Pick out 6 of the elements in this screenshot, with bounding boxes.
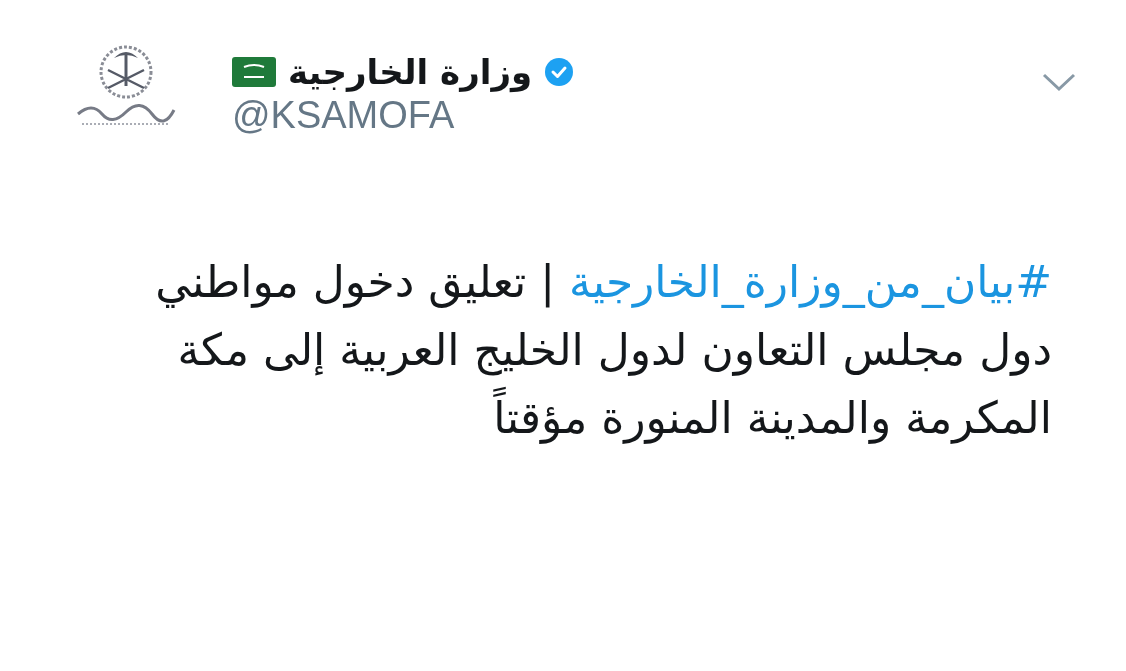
flag-icon [232, 57, 276, 87]
hashtag-link[interactable]: #بيان_من_وزارة_الخارجية [569, 256, 1052, 307]
chevron-down-icon[interactable] [1042, 72, 1076, 92]
tweet-text: #بيان_من_وزارة_الخارجية | تعليق دخول مواطني دول مجلس التعاون لدول الخليج العربية إلى مكة المكرمة والمدينة المنورة مؤقتاً [154, 255, 1052, 446]
account-handle[interactable]: @KSAMOFA [232, 94, 1042, 137]
account-name: وزارة الخارجية [288, 52, 533, 92]
